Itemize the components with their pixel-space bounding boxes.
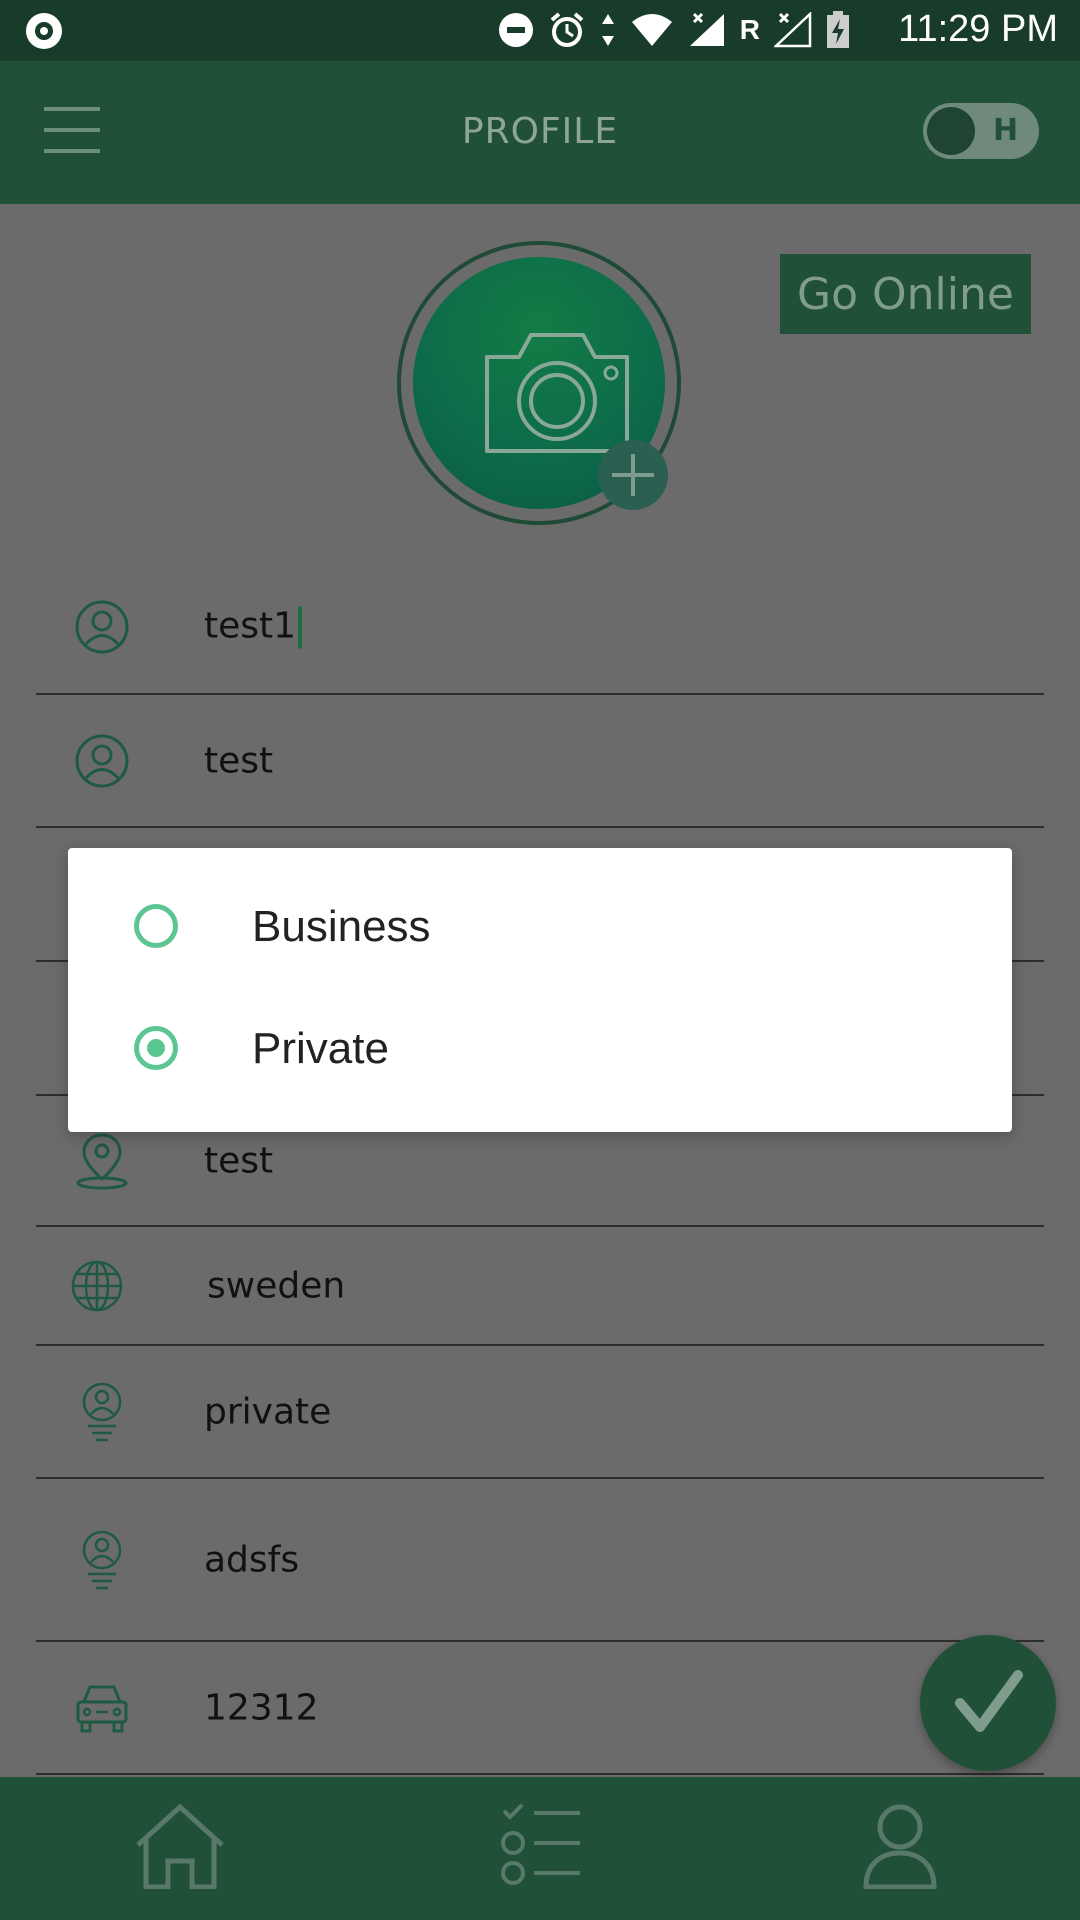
option-business[interactable]: Business — [68, 874, 1012, 984]
field-value: test1 — [204, 605, 303, 648]
text-cursor — [298, 606, 303, 648]
status-bar: R 11:29 PM — [0, 0, 1080, 61]
user-badge-icon — [82, 1530, 122, 1589]
profile-photo[interactable] — [397, 241, 681, 525]
radio-private[interactable] — [134, 1026, 178, 1070]
availability-toggle[interactable]: H — [923, 103, 1039, 159]
wifi-icon — [631, 14, 672, 46]
option-label: Business — [252, 902, 431, 951]
battery-charging-icon — [827, 11, 849, 48]
go-online-button[interactable]: Go Online — [780, 254, 1031, 334]
save-button[interactable] — [920, 1635, 1056, 1771]
add-photo-icon[interactable] — [598, 440, 668, 510]
account-type-field[interactable]: private — [36, 1346, 1044, 1479]
alarm-icon — [550, 12, 584, 47]
car-icon — [76, 1685, 128, 1732]
notification-app-icon — [26, 13, 62, 49]
checklist-icon[interactable] — [500, 1803, 584, 1887]
page-title: PROFILE — [461, 111, 619, 152]
toggle-label: H — [993, 113, 1019, 148]
field-value: adsfs — [204, 1539, 300, 1580]
clock: 11:29 PM — [898, 8, 1058, 50]
user-icon[interactable] — [862, 1803, 938, 1889]
first-name-field[interactable]: test1 — [36, 560, 1044, 695]
country-field[interactable]: sweden — [36, 1227, 1044, 1346]
field-value: 12312 — [204, 1687, 319, 1728]
signal-empty-icon — [774, 12, 812, 48]
checkmark-icon — [955, 1670, 1023, 1732]
user-circle-icon — [75, 600, 129, 653]
account-type-dialog: Business Private — [68, 848, 1012, 1132]
field-value: test — [204, 1140, 274, 1181]
user-circle-icon — [75, 734, 129, 787]
camera-icon — [485, 333, 629, 453]
home-icon[interactable] — [132, 1803, 228, 1889]
signal-icon — [689, 12, 724, 46]
data-arrows-icon — [601, 14, 614, 46]
radio-business[interactable] — [134, 904, 178, 948]
do-not-disturb-icon — [498, 13, 533, 47]
user-badge-icon — [82, 1382, 122, 1441]
bottom-navigation — [0, 1777, 1080, 1920]
vehicle-field[interactable]: 12312 — [36, 1642, 1044, 1775]
location-pin-icon — [76, 1132, 128, 1189]
field-value: sweden — [207, 1265, 346, 1306]
option-private[interactable]: Private — [68, 996, 1012, 1106]
field-value: test — [204, 740, 274, 781]
last-name-field[interactable]: test — [36, 695, 1044, 828]
globe-icon — [71, 1260, 123, 1311]
toggle-knob — [927, 107, 975, 155]
field-value: private — [204, 1391, 332, 1432]
company-field[interactable]: adsfs — [36, 1479, 1044, 1642]
option-label: Private — [252, 1024, 389, 1073]
app-bar: PROFILE H — [0, 61, 1080, 204]
roaming-label: R — [739, 14, 760, 45]
status-icons: R — [498, 10, 850, 50]
